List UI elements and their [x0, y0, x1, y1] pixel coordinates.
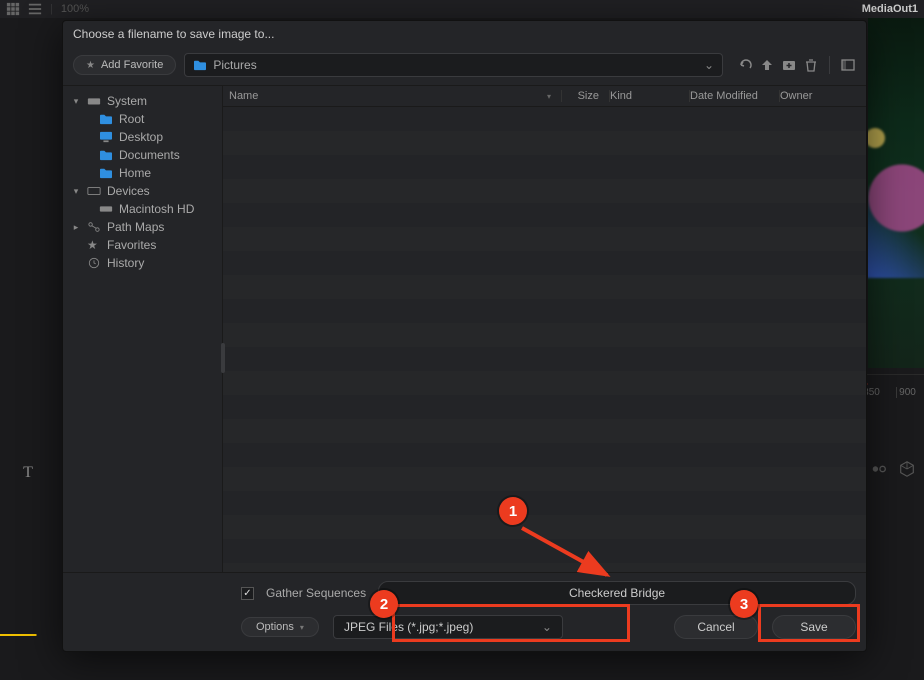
up-icon[interactable] [759, 57, 775, 73]
gather-sequences-label: Gather Sequences [266, 586, 366, 600]
filename-input[interactable]: Checkered Bridge [378, 581, 856, 605]
zoom-readout: 100% [61, 3, 89, 15]
node-name: MediaOut1 [862, 3, 918, 15]
folder-icon [99, 113, 113, 125]
tree-devices[interactable]: ▾ Devices [63, 182, 222, 200]
tree-documents[interactable]: Documents [63, 146, 222, 164]
tree-macintosh-hd[interactable]: Macintosh HD [63, 200, 222, 218]
tree-root[interactable]: Root [63, 110, 222, 128]
drive-icon [87, 95, 101, 107]
timeline-strip [0, 634, 52, 636]
folder-icon [193, 59, 207, 71]
sort-chevron-icon: ▾ [547, 92, 551, 101]
splitter-handle[interactable] [221, 343, 225, 373]
path-label: Pictures [213, 58, 256, 72]
grid-icon[interactable] [6, 2, 20, 16]
list-icon[interactable] [28, 2, 42, 16]
file-list: Name▾ Size Kind Date Modified Owner [223, 86, 866, 572]
right-tool-cluster [870, 460, 916, 478]
clock-icon [87, 257, 101, 269]
undo-icon[interactable] [737, 57, 753, 73]
hdd-icon [99, 203, 113, 215]
file-rows[interactable] [223, 107, 866, 572]
add-favorite-button[interactable]: ★ Add Favorite [73, 55, 176, 75]
options-button[interactable]: Options ▾ [241, 617, 319, 637]
chevron-down-icon: ⌄ [704, 58, 714, 72]
text-tool[interactable]: T [18, 464, 38, 484]
folder-icon [99, 149, 113, 161]
thumbnail-view-icon[interactable] [840, 57, 856, 73]
app-top-toolbar: | 100% MediaOut1 [0, 0, 924, 18]
tree-path-maps[interactable]: ▸ Path Maps [63, 218, 222, 236]
dialog-title: Choose a filename to save image to... [63, 21, 866, 49]
chevron-down-icon: ▾ [71, 186, 81, 197]
star-icon: ★ [87, 238, 101, 252]
tree-system[interactable]: ▾ System [63, 92, 222, 110]
tree-favorites[interactable]: ▸ ★ Favorites [63, 236, 222, 254]
chevron-down-icon: ▾ [71, 96, 81, 107]
places-sidebar: ▾ System Root Desktop Documents Home [63, 86, 223, 572]
save-button[interactable]: Save [772, 615, 856, 639]
node-dot-icon[interactable] [870, 460, 888, 478]
chevron-down-icon: ▾ [300, 623, 304, 632]
trash-icon[interactable] [803, 57, 819, 73]
save-dialog: Choose a filename to save image to... ★ … [62, 20, 867, 652]
dialog-toolbar: ★ Add Favorite Pictures ⌄ [63, 49, 866, 85]
file-format-dropdown[interactable]: JPEG Files (*.jpg;*.jpeg) ⌄ [333, 615, 563, 639]
column-headers[interactable]: Name▾ Size Kind Date Modified Owner [223, 86, 866, 107]
tree-home[interactable]: Home [63, 164, 222, 182]
chevron-down-icon: ⌄ [542, 620, 552, 634]
chevron-right-icon: ▸ [71, 222, 81, 233]
path-dropdown[interactable]: Pictures ⌄ [184, 53, 723, 77]
folder-icon [99, 167, 113, 179]
star-icon: ★ [86, 60, 95, 71]
desktop-icon [99, 131, 113, 143]
devices-icon [87, 185, 101, 197]
tree-desktop[interactable]: Desktop [63, 128, 222, 146]
graph-icon [87, 221, 101, 233]
preview-viewer [868, 18, 924, 368]
new-folder-icon[interactable] [781, 57, 797, 73]
gather-sequences-checkbox[interactable] [241, 587, 254, 600]
cube-icon[interactable] [898, 460, 916, 478]
dialog-footer: Gather Sequences Checkered Bridge Option… [63, 572, 866, 651]
tree-history[interactable]: ▸ History [63, 254, 222, 272]
cancel-button[interactable]: Cancel [674, 615, 758, 639]
